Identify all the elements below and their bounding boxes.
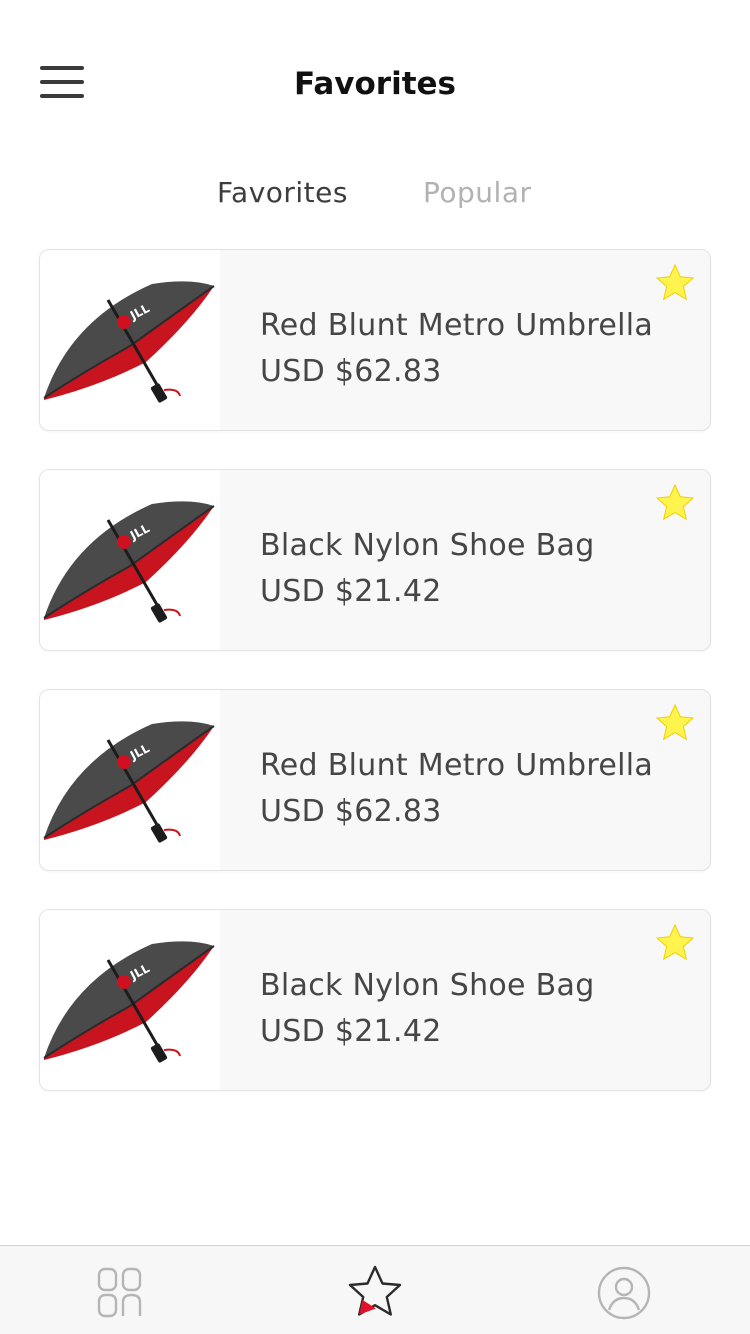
page-title: Favorites [294, 66, 456, 102]
product-price: USD $62.83 [260, 794, 442, 829]
product-name: Black Nylon Shoe Bag [260, 968, 595, 1003]
grid-icon[interactable] [91, 1264, 149, 1322]
product-card[interactable]: JLL Red Blunt Metro Umbrella USD $62.83 [39, 249, 711, 431]
product-name: Black Nylon Shoe Bag [260, 528, 595, 563]
favorites-screen: Favorites Favorites Popular JLL Red Blun… [0, 0, 750, 1334]
product-price: USD $21.42 [260, 1014, 442, 1049]
product-card[interactable]: JLL Black Nylon Shoe Bag USD $21.42 [39, 909, 711, 1091]
tab-bar: Favorites Popular [0, 176, 750, 216]
favorite-star-icon[interactable] [654, 482, 696, 524]
product-card[interactable]: JLL Red Blunt Metro Umbrella USD $62.83 [39, 689, 711, 871]
favorite-star-icon[interactable] [654, 702, 696, 744]
favorite-star-icon[interactable] [654, 922, 696, 964]
umbrella-image: JLL [40, 690, 220, 870]
product-price: USD $62.83 [260, 354, 442, 389]
umbrella-image: JLL [40, 470, 220, 650]
star-icon[interactable] [346, 1264, 404, 1322]
product-name: Red Blunt Metro Umbrella [260, 308, 654, 343]
favorite-star-icon[interactable] [654, 262, 696, 304]
product-name: Red Blunt Metro Umbrella [260, 748, 654, 783]
bottom-nav-bar [0, 1245, 750, 1334]
product-card[interactable]: JLL Black Nylon Shoe Bag USD $21.42 [39, 469, 711, 651]
umbrella-image: JLL [40, 250, 220, 430]
tab-favorites[interactable]: Favorites [217, 176, 348, 209]
tab-popular[interactable]: Popular [423, 176, 532, 209]
product-price: USD $21.42 [260, 574, 442, 609]
profile-icon[interactable] [595, 1264, 653, 1322]
umbrella-image: JLL [40, 910, 220, 1090]
